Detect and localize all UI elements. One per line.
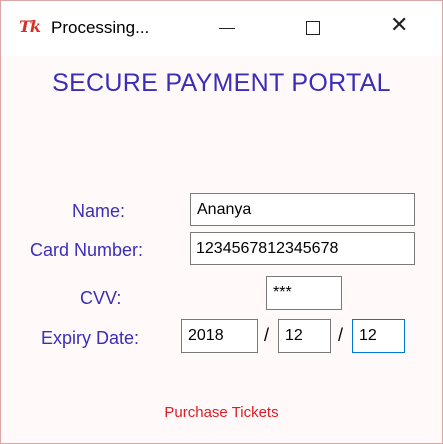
tk-feather-icon: Tk — [19, 17, 41, 36]
minimize-button[interactable] — [204, 11, 250, 45]
app-window: Tk Processing... ✕ SECURE PAYMENT PORTAL… — [0, 0, 443, 444]
cvv-label: CVV: — [80, 288, 122, 308]
name-label: Name: — [72, 201, 126, 221]
purchase-tickets-button[interactable]: Purchase Tickets — [1, 404, 442, 421]
title-bar[interactable]: Tk Processing... ✕ — [1, 1, 442, 56]
expiry-day-input[interactable] — [352, 319, 405, 353]
expiry-month-input[interactable] — [278, 319, 331, 353]
expiry-separator-2: / — [338, 325, 344, 345]
card-number-input[interactable] — [190, 232, 415, 265]
cvv-input[interactable] — [266, 276, 342, 310]
card-number-label: Card Number: — [30, 240, 144, 260]
page-title: SECURE PAYMENT PORTAL — [52, 69, 391, 97]
close-icon: ✕ — [390, 13, 409, 38]
expiry-year-input[interactable] — [181, 319, 258, 353]
window-title: Processing... — [51, 18, 150, 37]
expiry-separator-1: / — [264, 325, 270, 345]
expiry-date-label: Expiry Date: — [41, 328, 140, 348]
maximize-icon — [306, 21, 320, 35]
name-input[interactable] — [190, 193, 415, 226]
close-button[interactable]: ✕ — [377, 11, 423, 45]
maximize-button[interactable] — [291, 11, 337, 45]
minimize-icon — [219, 28, 235, 29]
